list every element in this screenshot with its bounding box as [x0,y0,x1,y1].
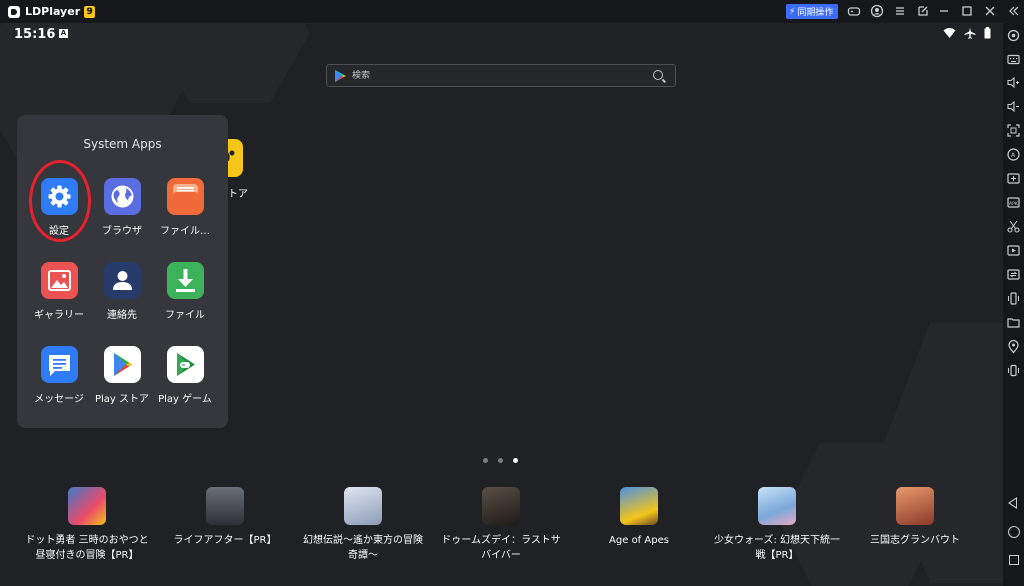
play-games-icon [166,346,204,383]
game-icon [758,487,796,525]
export-icon[interactable] [916,4,930,18]
recommended-app-label: 三国志グランバウト [870,535,960,546]
folder-title: System Apps [83,137,162,151]
status-time: 15:16 [14,27,56,42]
menu-icon[interactable] [893,4,907,18]
recommended-app-label: 幻想伝説～遙か東方の冒険 奇譚～ [303,535,423,561]
download-icon [166,262,204,299]
add-app-icon[interactable] [1006,171,1021,186]
message-icon [40,346,78,383]
lightning-icon: ⚡ [789,6,796,17]
recommended-app[interactable]: 幻想伝説～遙か東方の冒険 奇譚～ [288,487,438,563]
volume-down-icon[interactable] [1006,99,1021,114]
settings-icon[interactable] [1006,28,1021,43]
maximize-icon[interactable] [960,4,974,18]
search-icon[interactable] [653,70,663,80]
wifi-icon [943,27,956,42]
app-play-store[interactable]: Play ストア [87,346,157,405]
app-play-games[interactable]: Play ゲーム [150,346,220,405]
app-label: メッセージ [34,394,84,405]
battery-icon [984,27,991,42]
page-indicator-dot[interactable] [483,458,488,463]
app-messages[interactable]: メッセージ [24,346,94,405]
sync-operation-button[interactable]: ⚡ 同期操作 [786,4,838,19]
apk-icon[interactable]: APK [1006,195,1021,210]
version-badge: 9 [84,5,96,18]
file-manager-icon [166,178,204,215]
app-file-manager[interactable]: ファイル… [150,178,220,237]
highlight-circle [29,160,91,242]
app-browser[interactable]: ブラウザ [87,178,157,237]
recommended-app[interactable]: 三国志グランバウト [840,487,990,548]
recommended-app-label: 少女ウォーズ: 幻想天下統一 戦【PR】 [713,535,841,561]
status-icons [943,27,991,42]
collapse-icon[interactable] [1007,4,1021,18]
game-icon [896,487,934,525]
game-icon [482,487,520,525]
notification-badge: A [59,29,68,38]
recommended-app-label: ライフアフター【PR】 [173,535,277,546]
keyboard-icon[interactable] [1006,52,1021,67]
recommended-app[interactable]: ドゥームズデイ：ラストサ バイバー [426,487,576,563]
home-icon[interactable] [1008,526,1020,538]
recommended-app-label: ドット勇者 三時のおやつと 昼寝付きの冒険【PR】 [25,535,149,561]
app-files[interactable]: ファイル [150,262,220,321]
back-icon[interactable] [1008,497,1017,509]
page-indicator-dot[interactable] [498,458,503,463]
recommended-app[interactable]: ドット勇者 三時のおやつと 昼寝付きの冒険【PR】 [12,487,162,563]
app-contacts[interactable]: 連絡先 [87,262,157,321]
game-icon [620,487,658,525]
game-icon [68,487,106,525]
app-label: Play ゲーム [158,394,212,405]
globe-icon [103,178,141,215]
svg-text:APK: APK [1009,201,1019,207]
recent-apps-icon[interactable] [1009,555,1019,565]
recommended-app-label: Age of Apes [609,535,669,546]
shake-icon[interactable] [1006,291,1021,306]
app-label: Play ストア [94,394,150,405]
recommended-app-label: ドゥームズデイ：ラストサ バイバー [441,535,561,561]
close-icon[interactable] [983,4,997,18]
ldplayer-logo-icon [8,5,20,18]
app-label: ギャラリー [34,310,84,321]
search-input[interactable] [352,65,642,86]
search-bar[interactable] [326,64,676,87]
play-store-icon [103,346,141,383]
app-label: ファイル… [160,226,210,237]
sync-operation-label: 同期操作 [797,8,834,18]
gamepad-icon[interactable] [847,4,861,18]
volume-up-icon[interactable] [1006,75,1021,90]
title-bar: LDPlayer 9 ⚡ 同期操作 [0,0,1024,23]
sync-icon[interactable] [1006,267,1021,282]
location-icon[interactable] [1006,339,1021,354]
screenshot-icon[interactable] [1006,123,1021,138]
partial-app-label: トア [228,189,248,200]
scissors-icon[interactable] [1006,219,1021,234]
recommended-app[interactable]: Age of Apes [564,487,714,548]
recommended-app[interactable]: ライフアフター【PR】 [150,487,300,548]
page-indicator-dot-active[interactable] [513,458,518,463]
record-icon[interactable] [1006,243,1021,258]
rotate-icon[interactable] [1006,363,1021,378]
gallery-icon [40,262,78,299]
minimize-icon[interactable] [937,4,951,18]
app-gallery[interactable]: ギャラリー [24,262,94,321]
app-title: LDPlayer [25,5,81,18]
recommended-app[interactable]: 少女ウォーズ: 幻想天下統一 戦【PR】 [702,487,852,563]
game-icon [206,487,244,525]
app-label: 連絡先 [107,310,137,321]
folder-icon[interactable] [1006,315,1021,330]
game-icon [344,487,382,525]
airplane-icon [964,27,976,42]
svg-text:A: A [1011,152,1016,159]
app-label: ファイル [165,310,205,321]
app-label: ブラウザ [102,226,142,237]
user-icon[interactable] [870,4,884,18]
play-store-logo-icon [335,70,346,82]
contacts-icon [103,262,141,299]
android-screen: 15:16 A トア System Apps [0,23,1003,586]
auto-icon[interactable]: A [1006,147,1021,162]
